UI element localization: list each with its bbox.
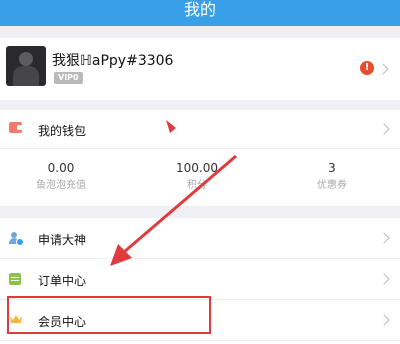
annotation-small-arrow (166, 120, 176, 133)
annotation-overlay (110, 120, 237, 266)
annotation-arrow-shaft (123, 154, 237, 254)
